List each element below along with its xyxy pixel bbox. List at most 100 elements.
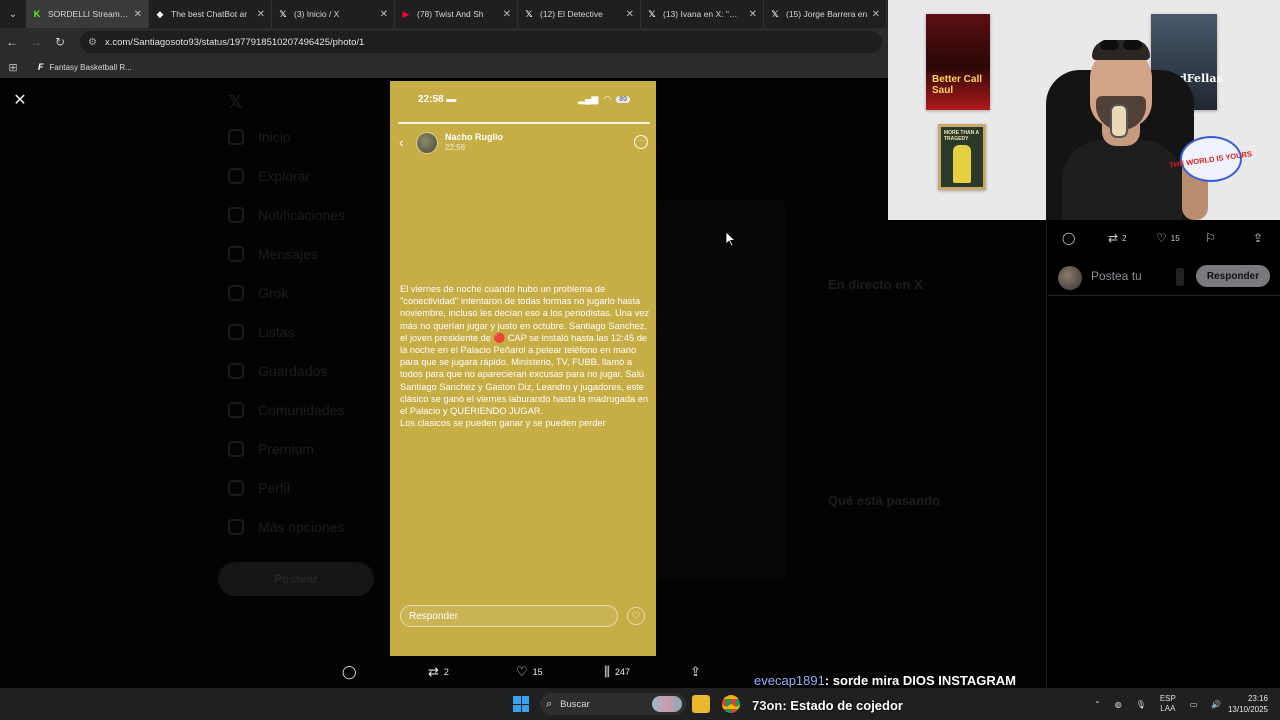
bookmarks-bar: ⊞ F Fantasy Basketball R...	[0, 56, 888, 78]
signal-icon: ▂▄▆	[578, 94, 599, 104]
right-reply-action[interactable]: ◯	[1062, 231, 1075, 245]
poster-title: MORE THAN A TRAGEDY	[944, 130, 979, 142]
apps-grid-icon[interactable]: ⊞	[0, 61, 26, 74]
nav-item[interactable]: Explorar	[228, 168, 310, 184]
right-like-action[interactable]: ♡ 15	[1156, 231, 1180, 245]
back-arrow-icon[interactable]: ←	[0, 28, 24, 56]
file-explorer-icon[interactable]	[692, 695, 710, 713]
world-is-yours-sign: THE WORLD IS YOURS	[1169, 136, 1253, 182]
forward-arrow-icon[interactable]: →	[24, 28, 48, 56]
streamer	[1036, 30, 1208, 220]
browser-tab[interactable]: ◆ The best ChatBot ar ✕	[149, 0, 272, 28]
nav-item[interactable]: Perfil	[228, 480, 290, 496]
chat-message: evecap1891: sorde mira DIOS INSTAGRAM	[754, 673, 1016, 688]
like-count: 15	[532, 667, 543, 677]
reply-button[interactable]: Responder	[1196, 265, 1270, 287]
nav-item[interactable]: Premium	[228, 441, 314, 457]
close-tab-icon[interactable]: ✕	[380, 9, 388, 20]
reply-action[interactable]: ◯	[342, 664, 357, 680]
nav-icon	[228, 207, 244, 223]
nav-label: Grok	[258, 285, 289, 301]
browser-tab[interactable]: ▶ (78) Twist And Sh ✕	[395, 0, 518, 28]
story-reply-field: Responder	[400, 605, 618, 627]
retweet-count: 2	[443, 667, 449, 677]
browser-tab[interactable]: 𝕏 (3) Inicio / X ✕	[272, 0, 395, 28]
browser-tab[interactable]: 𝕏 (15) Jorge Barrera en ✕	[764, 0, 887, 28]
mic-icon[interactable]: 🎙	[1136, 700, 1146, 709]
close-tab-icon[interactable]: ✕	[872, 9, 880, 20]
nav-icon	[228, 324, 244, 340]
status-bar-icons: ▂▄▆ ◠ 80	[578, 94, 630, 105]
close-tab-icon[interactable]: ✕	[257, 9, 265, 20]
close-tab-icon[interactable]: ✕	[749, 9, 757, 20]
windows-taskbar: ⌕ Buscar ⌃ ◍ 🎙 ESP LAA ▭ 🔊 23:16 13/10/20…	[0, 688, 1280, 720]
browser-tab[interactable]: K SORDELLI Stream - V ✕	[26, 0, 149, 28]
x-icon: 𝕏	[771, 9, 779, 19]
nav-item[interactable]: Listas	[228, 324, 295, 340]
nav-item[interactable]: Mensajes	[228, 246, 318, 262]
volume-icon[interactable]: 🔊	[1211, 700, 1221, 709]
battery-icon: 80	[616, 96, 630, 103]
nav-item[interactable]: Grok	[228, 285, 288, 301]
more-options-icon: ···	[634, 135, 648, 149]
close-tab-icon[interactable]: ✕	[503, 9, 511, 20]
nav-item[interactable]: Inicio	[228, 129, 291, 145]
tab-search-chevron-icon[interactable]: ⌄	[0, 0, 26, 28]
nav-label: Explorar	[258, 168, 311, 184]
windows-start-icon[interactable]	[513, 696, 529, 712]
share-action[interactable]: ⇪	[690, 664, 701, 680]
heart-icon: ♡	[1156, 231, 1167, 245]
browser-tab[interactable]: 𝕏 (12) El Detective ✕	[518, 0, 641, 28]
retweet-icon: ⇄	[428, 664, 439, 679]
poster-better-call-saul: Better Call Saul	[926, 14, 990, 110]
nav-item[interactable]: Guardados	[228, 363, 327, 379]
chrome-icon[interactable]	[722, 695, 740, 713]
story-text: El viernes de noche cuando hubo un probl…	[400, 283, 650, 429]
trending-header: Qué está pasando	[828, 493, 940, 508]
right-share-action[interactable]: ⇪	[1253, 231, 1263, 245]
url-text: x.com/Santiagosoto93/status/197791851020…	[104, 36, 365, 48]
nav-item[interactable]: Comunidades	[228, 402, 344, 418]
nav-item[interactable]: Más opciones	[228, 519, 344, 535]
chevron-up-icon[interactable]: ⌃	[1094, 700, 1101, 709]
heart-icon: ♡	[516, 664, 528, 679]
display-icon[interactable]: ▭	[1190, 700, 1198, 709]
browser-tab[interactable]: 𝕏 (13) Ivana en X: "@Sc ✕	[641, 0, 764, 28]
tab-title: (12) El Detective	[540, 9, 603, 19]
address-bar[interactable]: ⚙ x.com/Santiagosoto93/status/1977918510…	[80, 31, 882, 53]
reload-icon[interactable]: ↻	[48, 28, 72, 56]
close-icon[interactable]: ✕	[10, 90, 30, 110]
nav-item[interactable]: Notificaciones	[228, 207, 345, 223]
column-divider	[1046, 220, 1047, 688]
views-action[interactable]: ⫼ 247	[604, 664, 630, 680]
reply-input[interactable]: Postea tu	[1091, 269, 1142, 283]
taskbar-search[interactable]: ⌕ Buscar	[540, 693, 686, 715]
chevron-left-icon: ‹	[399, 134, 404, 150]
bookmark-action[interactable]: ⚐	[1205, 231, 1216, 245]
language-indicator[interactable]: ESP LAA	[1160, 694, 1176, 714]
post-button[interactable]: Postear	[218, 562, 374, 596]
nav-icon	[228, 129, 244, 145]
bookmark-item[interactable]: F Fantasy Basketball R...	[38, 62, 132, 72]
x-icon: 𝕏	[525, 9, 533, 19]
retweet-action[interactable]: ⇄ 2	[428, 664, 449, 680]
close-tab-icon[interactable]: ✕	[626, 9, 634, 20]
system-tray: ⌃ ◍ 🎙 ESP LAA ▭ 🔊	[1094, 688, 1221, 720]
story-paragraph: Los clasicos se pueden ganar y se pueden…	[400, 418, 606, 429]
like-action[interactable]: ♡ 15	[516, 664, 543, 680]
close-tab-icon[interactable]: ✕	[134, 9, 142, 20]
chat-username: evecap1891	[754, 673, 825, 688]
bookmark-label: Fantasy Basketball R...	[49, 62, 132, 72]
search-label: Buscar	[560, 698, 590, 710]
chat-text: : Estado de cojedor	[782, 698, 903, 713]
status-bar-time: 22:58 ▬	[418, 94, 457, 105]
right-retweet-action[interactable]: ⇄ 2	[1108, 231, 1127, 245]
taskbar-clock[interactable]: 23:16 13/10/2025	[1226, 693, 1268, 715]
site-info-icon[interactable]: ⚙	[88, 37, 97, 48]
chat-message: 73on: Estado de cojedor	[752, 698, 903, 713]
nav-label: Inicio	[258, 129, 291, 145]
browser-toolbar: ← → ↻ ⚙ x.com/Santiagosoto93/status/1977…	[0, 28, 888, 56]
search-icon: ⌕	[546, 697, 553, 710]
x-logo-icon[interactable]: 𝕏	[228, 92, 243, 113]
network-icon[interactable]: ◍	[1115, 700, 1122, 709]
